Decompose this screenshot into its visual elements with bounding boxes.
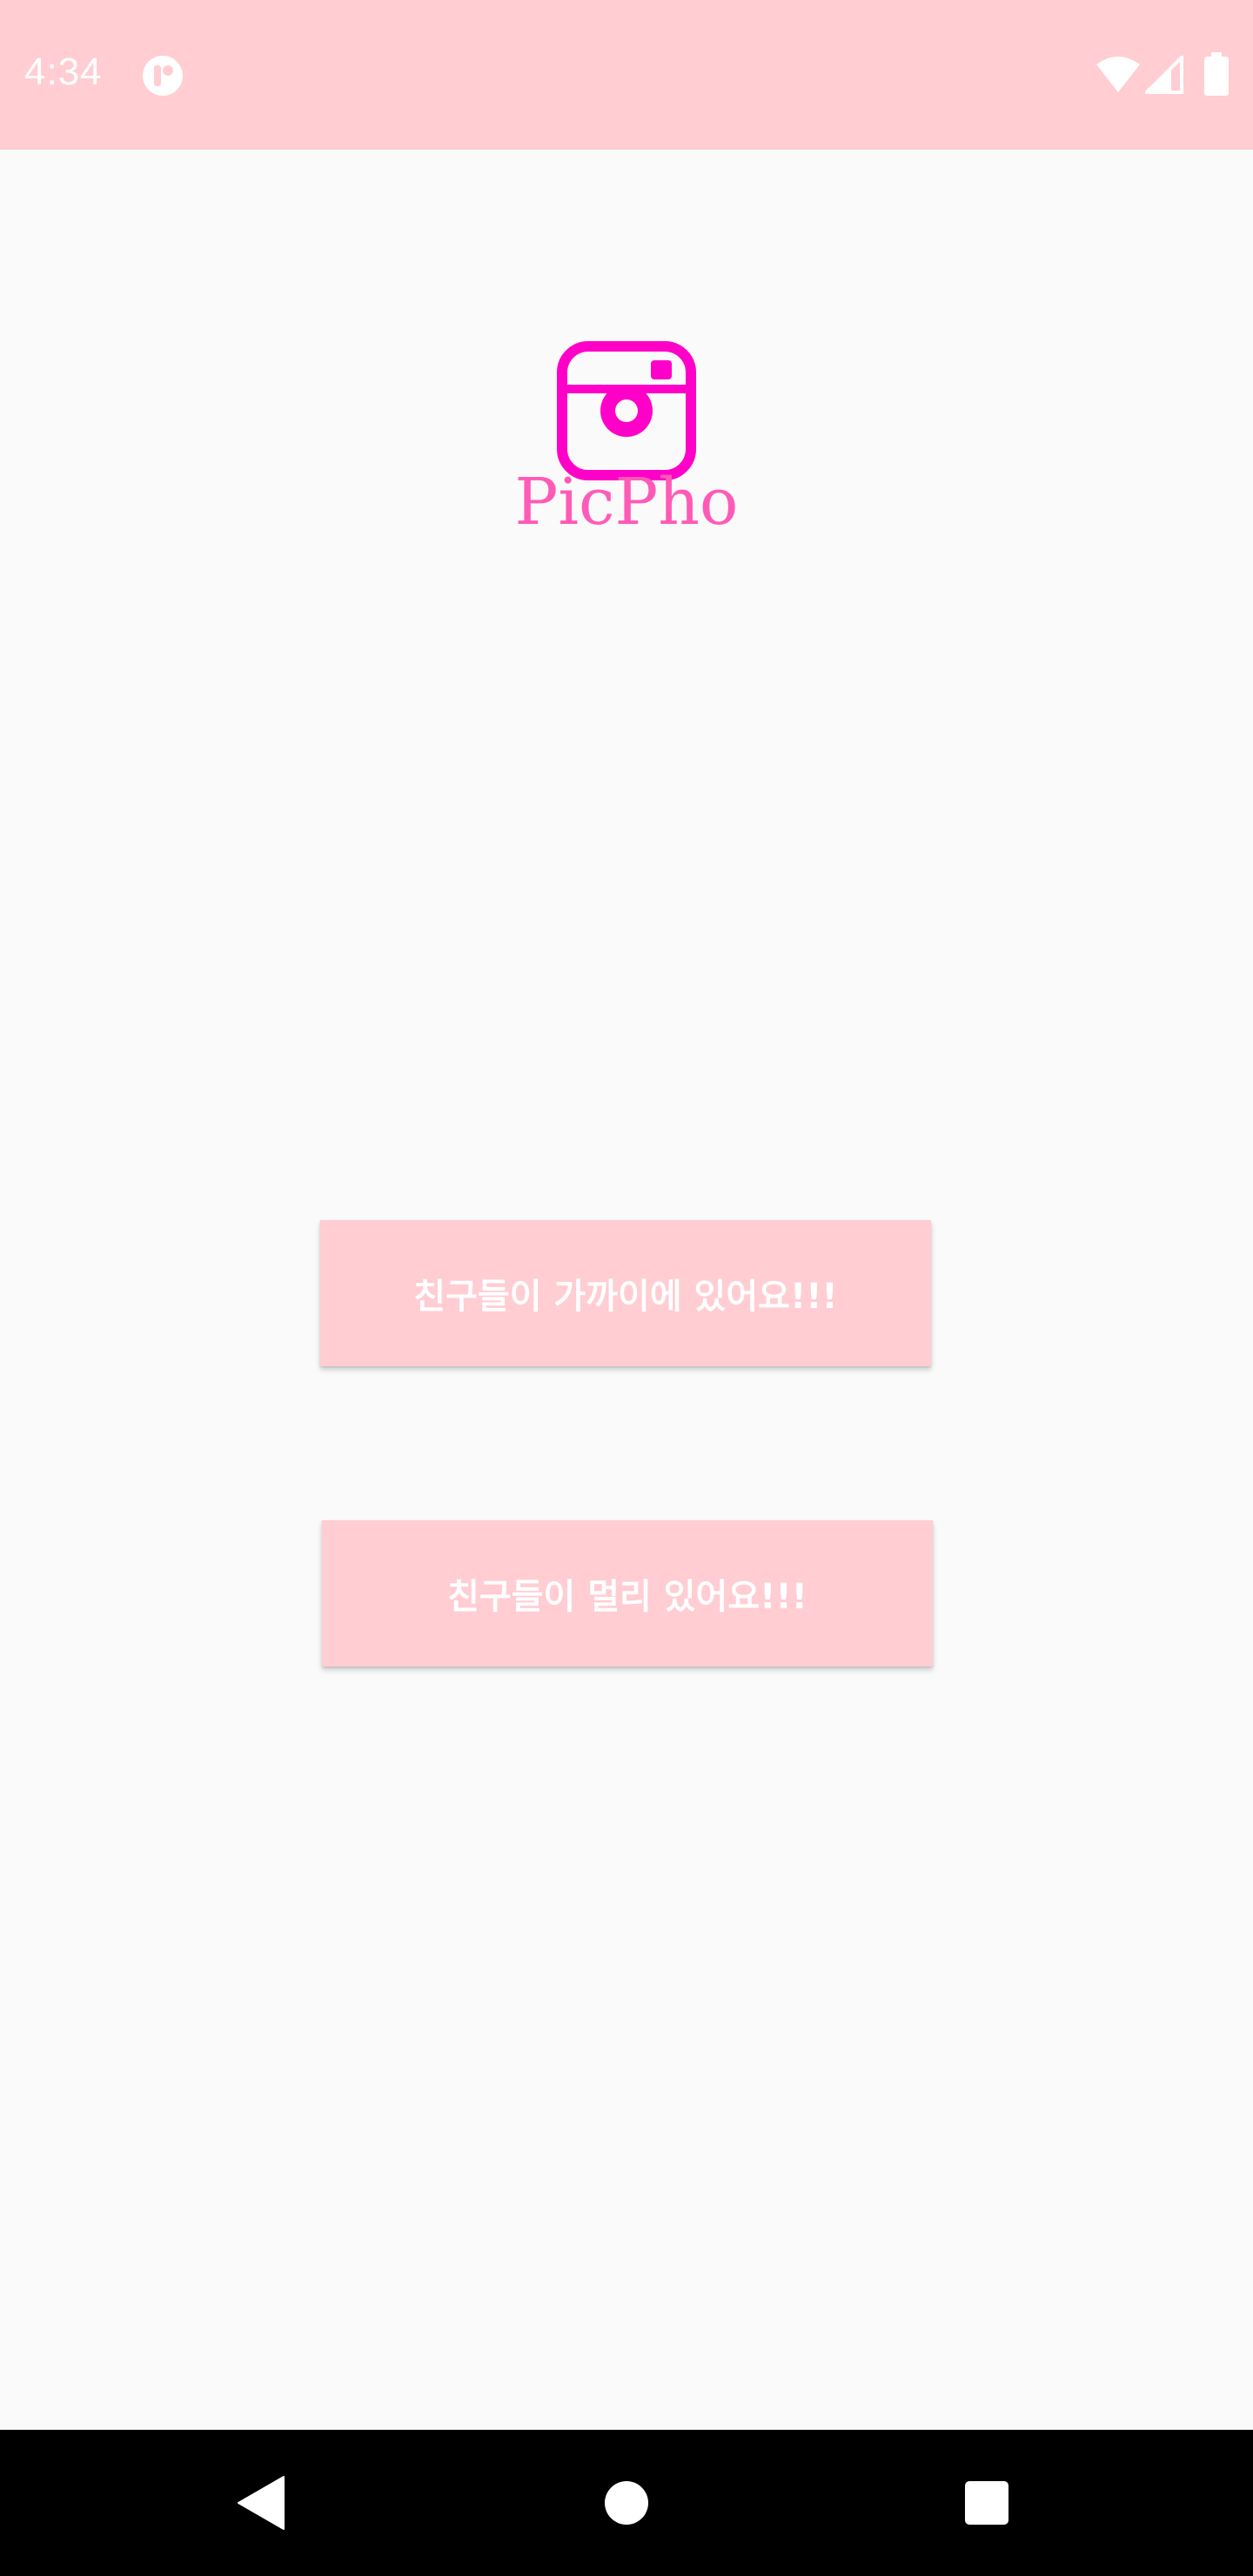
status-bar: 4:34 — [0, 0, 1253, 150]
app-logo: PicPho — [505, 341, 748, 550]
battery-icon — [1204, 52, 1229, 96]
navigation-bar — [0, 2430, 1253, 2576]
friends-nearby-button[interactable]: 친구들이 가까이에 있어요!!! — [320, 1220, 931, 1366]
status-time: 4:34 — [24, 50, 103, 93]
recents-icon[interactable] — [964, 2480, 1009, 2526]
friends-far-button[interactable]: 친구들이 멀리 있어요!!! — [322, 1520, 933, 1667]
notification-app-icon — [143, 56, 183, 96]
cell-signal-icon — [1145, 56, 1183, 94]
back-icon[interactable] — [235, 2475, 287, 2531]
app-screen: 4:34 PicPho 친구들이 가까이에 있어요!!! 친구들이 멀리 있어요… — [0, 0, 1253, 2576]
wifi-icon — [1096, 57, 1140, 92]
camera-icon — [557, 341, 696, 480]
app-name: PicPho — [514, 465, 739, 540]
home-icon[interactable] — [604, 2480, 649, 2526]
